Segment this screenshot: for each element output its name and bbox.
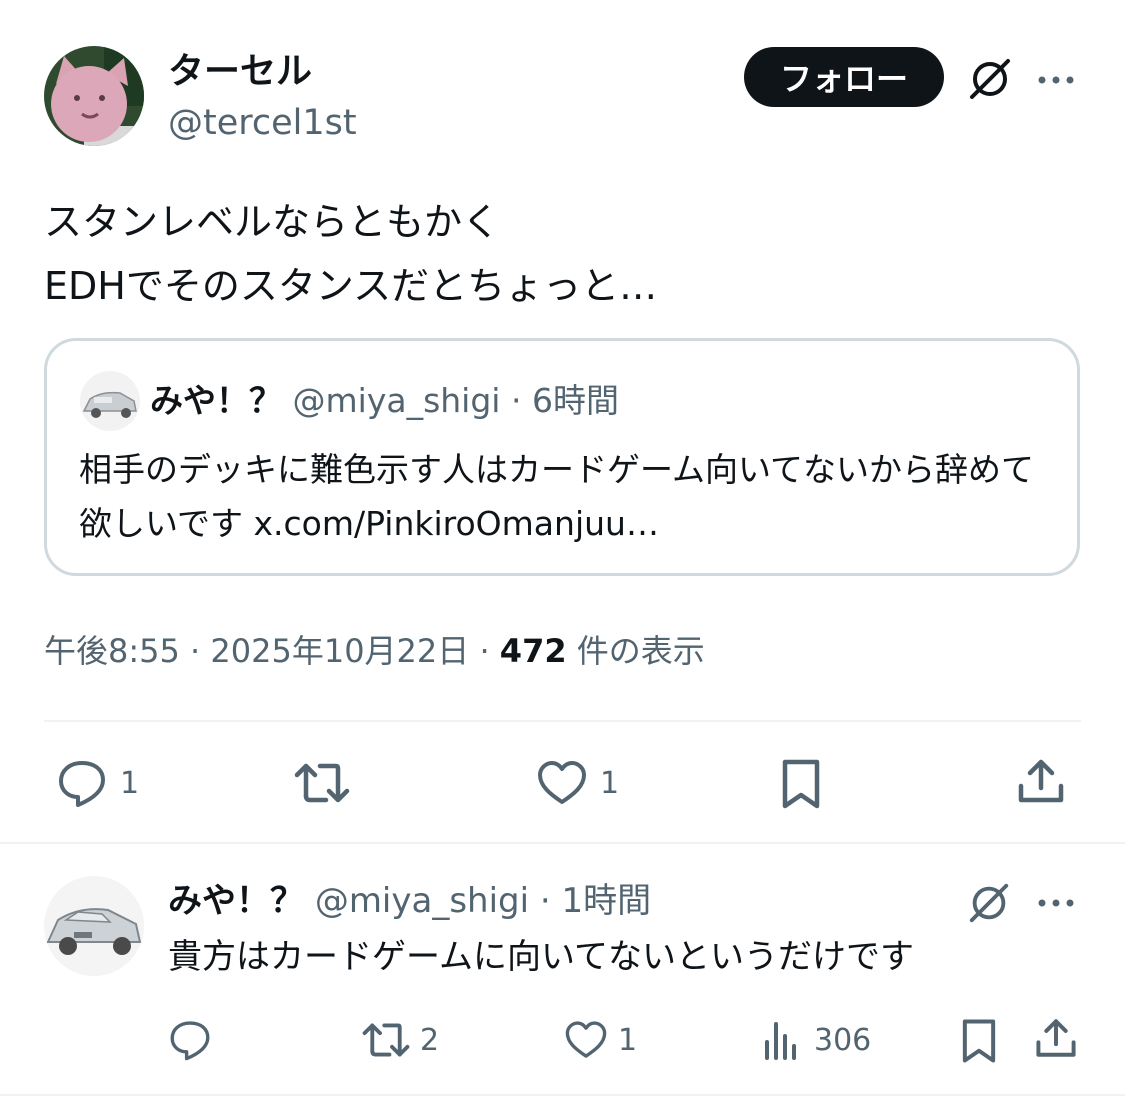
main-display-name[interactable]: ターセル <box>168 50 312 94</box>
tweet-text: スタンレベルならともかく EDHでそのスタンスだとちょっと… <box>44 190 657 318</box>
views-count: 472 <box>499 632 567 670</box>
views-label: 件の表示 <box>576 632 705 670</box>
quoted-tweet-text: 相手のデッキに難色示す人はカードゲーム向いてないから辞めて欲しいです x.com… <box>79 450 1035 543</box>
reply-count: 1 <box>120 765 140 801</box>
quoted-tweet-header: みや！？ @miya_shigi · 6時間 <box>150 379 619 423</box>
bookmark-button[interactable] <box>780 758 822 810</box>
reply-author-avatar[interactable] <box>44 876 144 976</box>
share-button[interactable] <box>1034 1016 1078 1060</box>
reply-header: みや！？ @miya_shigi · 1時間 <box>168 879 651 923</box>
retweet-button[interactable] <box>294 758 350 808</box>
bookmark-icon <box>960 1018 998 1064</box>
grok-icon[interactable] <box>966 55 1014 103</box>
tweet-meta: 午後8:55 · 2025年10月22日 · 472 件の表示 <box>44 628 705 674</box>
tweet-date[interactable]: 2025年10月22日 <box>210 632 469 670</box>
reply-button[interactable] <box>168 1018 212 1062</box>
separator-dot: · <box>479 632 490 670</box>
like-count: 1 <box>600 765 620 801</box>
retweet-icon <box>362 1018 410 1062</box>
quoted-display-name[interactable]: みや！？ <box>150 381 282 420</box>
like-count: 1 <box>618 1022 638 1058</box>
follow-button[interactable]: フォロー <box>744 47 944 107</box>
car-image <box>44 876 144 976</box>
heart-icon <box>536 758 588 808</box>
comment-icon <box>168 1018 212 1062</box>
separator-dot: · <box>190 632 201 670</box>
bookmark-button[interactable] <box>960 1018 998 1064</box>
quoted-author-avatar[interactable] <box>80 371 140 431</box>
reply-timestamp[interactable]: 1時間 <box>562 881 652 921</box>
heart-icon <box>564 1018 608 1062</box>
divider <box>0 1094 1125 1096</box>
avatar-image <box>44 46 144 146</box>
tweet-text-line: EDHでそのスタンスだとちょっと… <box>44 264 658 308</box>
grok-icon[interactable] <box>966 880 1012 926</box>
views-count: 306 <box>814 1022 872 1058</box>
reply-handle[interactable]: @miya_shigi <box>315 881 529 921</box>
tweet-text-line: スタンレベルならともかく <box>44 200 501 244</box>
reply-text: 貴方はカードゲームに向いてないというだけです <box>168 937 914 977</box>
share-icon <box>1034 1016 1078 1060</box>
share-button[interactable] <box>1016 756 1066 806</box>
car-image <box>80 371 140 431</box>
divider <box>44 720 1081 722</box>
retweet-icon <box>294 758 350 808</box>
bookmark-icon <box>780 758 822 810</box>
more-icon[interactable] <box>1036 883 1076 923</box>
reply-button[interactable]: 1 <box>56 758 139 808</box>
tweet-time[interactable]: 午後8:55 <box>44 632 180 670</box>
main-author-avatar[interactable] <box>44 46 144 146</box>
analytics-icon <box>762 1018 800 1062</box>
views-button[interactable]: 306 <box>762 1018 871 1062</box>
quoted-timestamp[interactable]: 6時間 <box>532 381 619 420</box>
divider <box>0 842 1125 844</box>
share-icon <box>1016 756 1066 806</box>
more-icon[interactable] <box>1036 60 1076 100</box>
like-button[interactable]: 1 <box>564 1018 637 1062</box>
retweet-count: 2 <box>420 1022 440 1058</box>
quoted-tweet-card[interactable]: みや！？ @miya_shigi · 6時間 相手のデッキに難色示す人はカードゲ… <box>44 338 1080 576</box>
reply-display-name[interactable]: みや！？ <box>168 881 304 921</box>
separator-dot: · <box>510 381 522 420</box>
quoted-handle[interactable]: @miya_shigi <box>293 381 501 420</box>
retweet-button[interactable]: 2 <box>362 1018 439 1062</box>
comment-icon <box>56 758 108 808</box>
main-handle[interactable]: @tercel1st <box>168 101 357 145</box>
separator-dot: · <box>539 881 551 921</box>
like-button[interactable]: 1 <box>536 758 619 808</box>
